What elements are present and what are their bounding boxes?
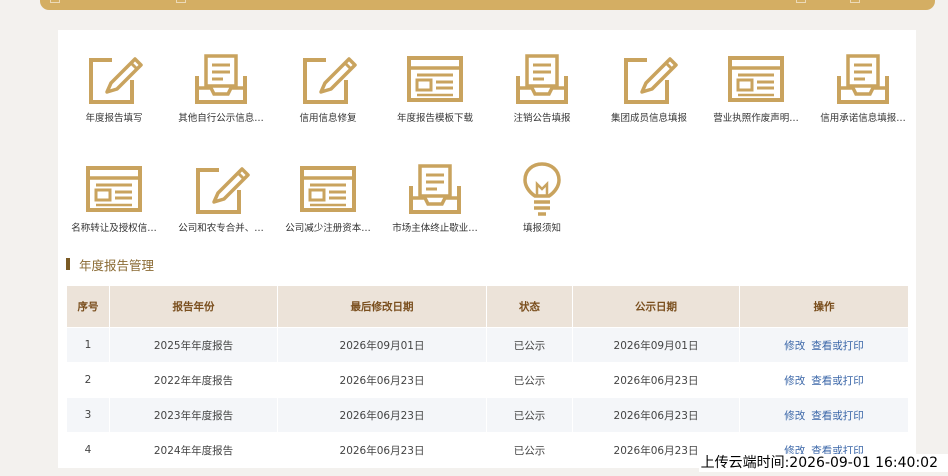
cell-modified: 2026年09月01日: [277, 327, 487, 363]
cell-no: 1: [66, 327, 110, 363]
header-published: 公示日期: [572, 285, 740, 328]
table-row: 2 2022年年度报告 2026年06月23日 已公示 2026年06月23日 …: [66, 362, 909, 398]
pencil-icon: [276, 52, 380, 108]
header-year: 报告年份: [109, 285, 278, 328]
edit-link[interactable]: 修改: [784, 410, 805, 422]
inbox-tray-icon: [490, 52, 594, 108]
report-table: 序号 报告年份 最后修改日期 状态 公示日期 操作 1 2025年年度报告 20…: [66, 285, 909, 468]
view-print-link[interactable]: 查看或打印: [811, 375, 864, 387]
cell-year: 2024年年度报告: [109, 432, 278, 468]
shortcut-label: 集团成员信息填报: [610, 113, 687, 124]
shortcut-label: 名称转让及授权信…: [71, 223, 157, 234]
home-icon[interactable]: [50, 0, 60, 3]
cell-actions: 修改 查看或打印: [739, 397, 909, 433]
shortcut-label: 信用承诺信息填报…: [820, 113, 906, 124]
cell-status: 已公示: [486, 362, 573, 398]
cell-modified: 2026年06月23日: [277, 432, 487, 468]
cell-no: 3: [66, 397, 110, 433]
shortcut-item[interactable]: 年度报告填写: [62, 52, 166, 124]
shortcut-item[interactable]: 注销公告填报: [490, 52, 594, 124]
cell-actions: 修改 查看或打印: [739, 362, 909, 398]
template-icon: [704, 52, 808, 108]
header-modified: 最后修改日期: [277, 285, 487, 328]
shortcut-item[interactable]: 公司减少注册资本…: [276, 162, 380, 234]
cell-year: 2022年年度报告: [109, 362, 278, 398]
shortcut-label: 市场主体终止歇业…: [392, 223, 478, 234]
cell-published: 2026年09月01日: [572, 327, 740, 363]
document-icon[interactable]: [176, 0, 186, 3]
shortcut-label: 注销公告填报: [513, 113, 571, 124]
shortcut-label: 填报须知: [522, 223, 561, 234]
section-header: 年度报告管理: [66, 255, 154, 273]
lightbulb-icon: [490, 162, 594, 218]
header-no: 序号: [66, 285, 110, 328]
cell-no: 4: [66, 432, 110, 468]
cell-status: 已公示: [486, 327, 573, 363]
view-print-link[interactable]: 查看或打印: [811, 340, 864, 352]
shortcut-item[interactable]: 营业执照作废声明…: [704, 52, 808, 124]
cell-actions: 修改 查看或打印: [739, 327, 909, 363]
inbox-tray-icon: [383, 162, 487, 218]
pencil-icon: [169, 162, 273, 218]
template-icon: [62, 162, 166, 218]
cell-status: 已公示: [486, 397, 573, 433]
cell-published: 2026年06月23日: [572, 397, 740, 433]
header-status: 状态: [486, 285, 573, 328]
shortcut-item[interactable]: 年度报告模板下载: [383, 52, 487, 124]
cell-year: 2025年年度报告: [109, 327, 278, 363]
shortcut-label: 其他自行公示信息…: [178, 113, 264, 124]
exit-icon[interactable]: [796, 0, 806, 3]
edit-link[interactable]: 修改: [784, 340, 805, 352]
section-title: 年度报告管理: [79, 257, 155, 273]
shortcut-label: 公司减少注册资本…: [285, 223, 371, 234]
edit-link[interactable]: 修改: [784, 375, 805, 387]
template-icon: [276, 162, 380, 218]
section-marker: [66, 258, 70, 270]
shortcut-label: 年度报告填写: [85, 113, 143, 124]
pencil-icon: [62, 52, 166, 108]
cell-year: 2023年年度报告: [109, 397, 278, 433]
shortcut-item[interactable]: 名称转让及授权信…: [62, 162, 166, 234]
cell-published: 2026年06月23日: [572, 362, 740, 398]
table-row: 3 2023年年度报告 2026年06月23日 已公示 2026年06月23日 …: [66, 397, 909, 433]
shortcut-item[interactable]: 其他自行公示信息…: [169, 52, 273, 124]
cell-status: 已公示: [486, 432, 573, 468]
inbox-tray-icon: [169, 52, 273, 108]
shortcut-item[interactable]: 公司和农专合并、…: [169, 162, 273, 234]
table-row: 1 2025年年度报告 2026年09月01日 已公示 2026年09月01日 …: [66, 327, 909, 363]
shortcut-item[interactable]: 信用信息修复: [276, 52, 380, 124]
cell-modified: 2026年06月23日: [277, 362, 487, 398]
shortcut-item[interactable]: 市场主体终止歇业…: [383, 162, 487, 234]
shortcut-label: 信用信息修复: [299, 113, 357, 124]
header-actions: 操作: [739, 285, 909, 328]
table-header-row: 序号 报告年份 最后修改日期 状态 公示日期 操作: [66, 285, 909, 328]
template-icon: [383, 52, 487, 108]
shortcut-item[interactable]: 填报须知: [490, 162, 594, 234]
inbox-tray-icon: [811, 52, 915, 108]
cell-modified: 2026年06月23日: [277, 397, 487, 433]
upload-time-stamp: 上传云端时间:2026-09-01 16:40:02: [698, 454, 948, 472]
shortcut-item[interactable]: 信用承诺信息填报…: [811, 52, 915, 124]
shortcut-label: 公司和农专合并、…: [178, 223, 264, 234]
shortcut-label: 营业执照作废声明…: [713, 113, 799, 124]
view-print-link[interactable]: 查看或打印: [811, 410, 864, 422]
settings-icon[interactable]: [850, 0, 860, 3]
shortcut-label: 年度报告模板下载: [396, 113, 473, 124]
shortcut-item[interactable]: 集团成员信息填报: [597, 52, 701, 124]
top-navigation-bar: [40, 0, 935, 10]
cell-no: 2: [66, 362, 110, 398]
pencil-icon: [597, 52, 701, 108]
